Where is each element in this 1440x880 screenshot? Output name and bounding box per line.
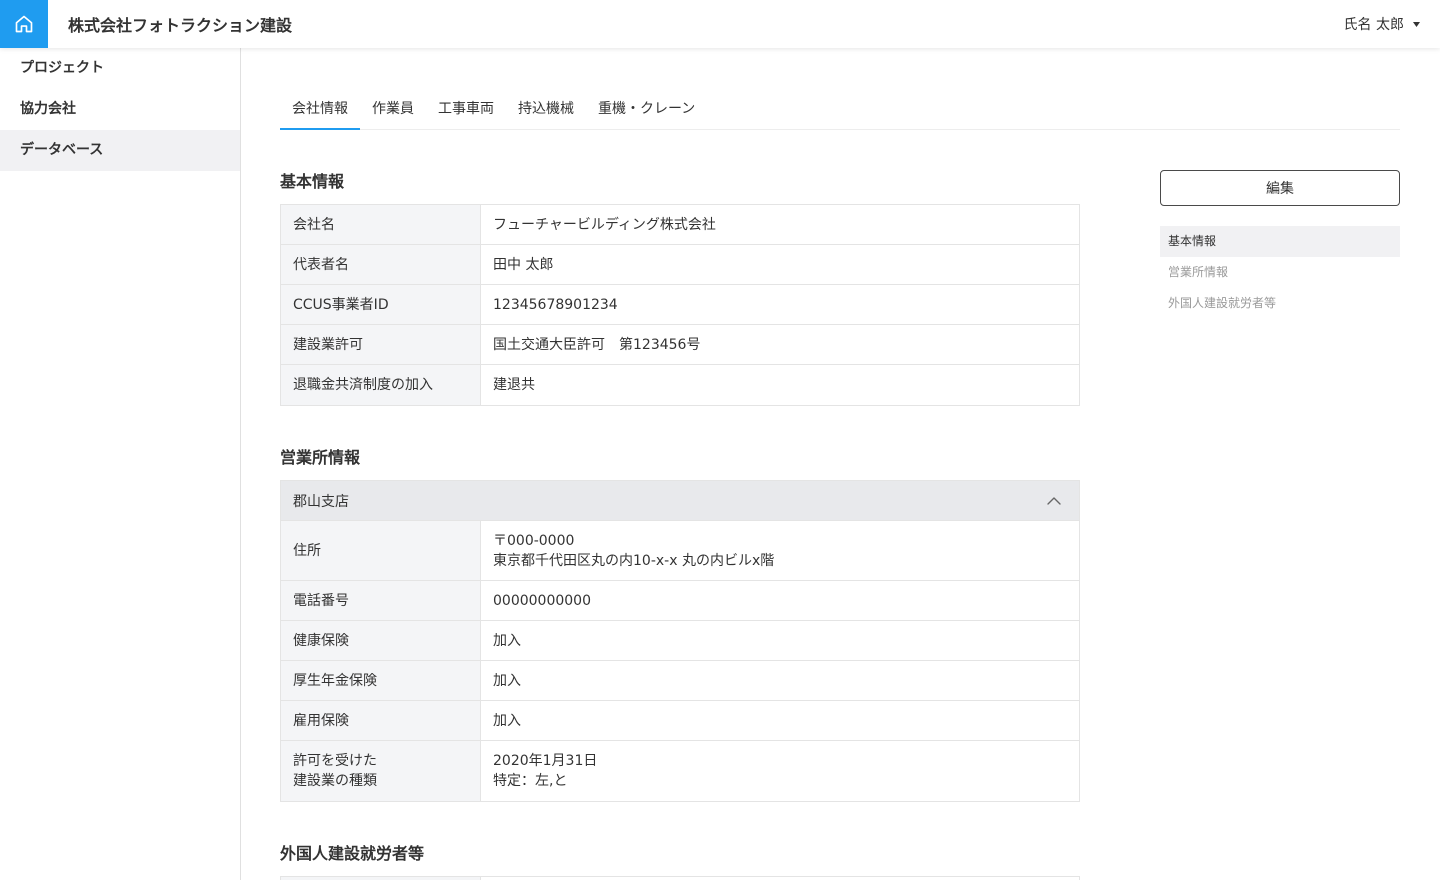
row-label-line: 雇用保険	[293, 712, 349, 729]
row-value: 2020年1月31日 特定：左,と	[481, 741, 1079, 801]
row-label: 雇用保険	[281, 701, 481, 740]
sidebar-item-partners[interactable]: 協力会社	[0, 89, 240, 130]
app-header: 株式会社フォトラクション建設 氏名 太郎	[0, 0, 1440, 48]
edit-button[interactable]: 編集	[1160, 170, 1400, 206]
row-value: フューチャービルディング株式会社	[493, 216, 716, 233]
row-label-line: 厚生年金保険	[293, 672, 377, 689]
row-value: 田中 太郎	[493, 256, 554, 273]
table-row: 会社名 フューチャービルディング株式会社	[281, 205, 1079, 245]
tab-vehicles[interactable]: 工事車両	[426, 89, 506, 130]
basic-info-table: 会社名 フューチャービルディング株式会社 代表者名 田中 太郎 CCUS事業者I…	[280, 204, 1080, 406]
postal-code: 〒000-0000	[493, 532, 575, 549]
table-row: 健康保険 加入	[281, 621, 1079, 661]
row-value-line: 加入	[493, 672, 521, 689]
foreign-workers-section: 外国人建設就労者等	[280, 842, 1080, 880]
office-accordion-header[interactable]: 郡山支店	[281, 481, 1079, 521]
office-accordion: 郡山支店 住所 〒000-0000 東京都千代田区丸の内10-x-x 丸の内ビル…	[280, 480, 1080, 802]
row-label-line: 許可を受けた	[293, 753, 377, 769]
sidebar-item-projects[interactable]: プロジェクト	[0, 48, 240, 89]
row-value: 12345678901234	[493, 296, 618, 313]
section-anchor-nav: 基本情報 営業所情報 外国人建設就労者等	[1160, 226, 1400, 319]
row-value: 加入	[481, 661, 1079, 700]
main-content: 会社情報 作業員 工事車両 持込機械 重機・クレーン 基本情報 会社名 フューチ…	[241, 48, 1440, 880]
row-label: CCUS事業者ID	[281, 285, 481, 324]
row-value: 加入	[481, 621, 1079, 660]
tab-bar: 会社情報 作業員 工事車両 持込機械 重機・クレーン	[280, 89, 1400, 130]
anchor-office-info[interactable]: 営業所情報	[1160, 257, 1400, 288]
row-value-line: 加入	[493, 712, 521, 729]
row-label-line: 建設業の種類	[293, 773, 377, 789]
row-label-line: 電話番号	[293, 592, 349, 609]
row-label: 退職金共済制度の加入	[281, 365, 481, 405]
row-label: 電話番号	[281, 581, 481, 620]
address: 東京都千代田区丸の内10-x-x 丸の内ビルx階	[493, 552, 775, 569]
caret-down-icon[interactable]	[1413, 21, 1420, 27]
row-value-line: 加入	[493, 632, 521, 649]
home-button[interactable]	[0, 0, 48, 48]
user-name[interactable]: 氏名 太郎	[1344, 14, 1404, 34]
tab-heavy-machinery[interactable]: 重機・クレーン	[586, 89, 707, 130]
anchor-foreign-workers[interactable]: 外国人建設就労者等	[1160, 288, 1400, 319]
row-value: 00000000000	[481, 581, 1079, 620]
row-label: 住所	[281, 521, 481, 580]
home-icon[interactable]	[14, 14, 34, 34]
basic-info-section: 基本情報 会社名 フューチャービルディング株式会社 代表者名 田中 太郎 CCU…	[280, 170, 1080, 406]
section-heading: 外国人建設就労者等	[280, 844, 425, 863]
row-value: 国土交通大臣許可 第123456号	[493, 336, 701, 353]
table-row: 厚生年金保険 加入	[281, 661, 1079, 701]
row-value: 建退共	[493, 377, 535, 393]
table-row: 代表者名 田中 太郎	[281, 245, 1079, 285]
row-label: 厚生年金保険	[281, 661, 481, 700]
table-row: 電話番号 00000000000	[281, 581, 1079, 621]
tab-workers[interactable]: 作業員	[360, 89, 426, 130]
sidebar: プロジェクト 協力会社 データベース	[0, 48, 241, 880]
row-label: 建設業許可	[281, 325, 481, 364]
row-label-line: 住所	[293, 542, 321, 559]
permit-types: 特定：左,と	[493, 773, 568, 789]
office-name: 郡山支店	[293, 493, 349, 510]
table-row: 建設業許可 国土交通大臣許可 第123456号	[281, 325, 1079, 365]
row-label: 健康保険	[281, 621, 481, 660]
side-panel: 編集 基本情報 営業所情報 外国人建設就労者等	[1160, 170, 1400, 880]
sidebar-item-database[interactable]: データベース	[0, 130, 240, 171]
row-label-line: 健康保険	[293, 632, 349, 649]
section-heading: 基本情報	[280, 172, 345, 191]
company-name: 株式会社フォトラクション建設	[68, 16, 293, 35]
tab-equipment[interactable]: 持込機械	[506, 89, 586, 130]
table-row: 許可を受けた 建設業の種類 2020年1月31日 特定：左,と	[281, 741, 1079, 801]
office-info-section: 営業所情報 郡山支店 住所 〒000-0000 東京都千代田区丸の内10-x-x…	[280, 446, 1080, 802]
phone-number: 00000000000	[493, 592, 591, 609]
row-label: 会社名	[281, 205, 481, 244]
table-row: CCUS事業者ID 12345678901234	[281, 285, 1079, 325]
row-value: 〒000-0000 東京都千代田区丸の内10-x-x 丸の内ビルx階	[481, 521, 1079, 580]
chevron-up-icon[interactable]	[1047, 496, 1061, 505]
row-label: 代表者名	[281, 245, 481, 284]
table-row: 住所 〒000-0000 東京都千代田区丸の内10-x-x 丸の内ビルx階	[281, 521, 1079, 581]
foreign-workers-table	[280, 876, 1080, 880]
detail-column: 基本情報 会社名 フューチャービルディング株式会社 代表者名 田中 太郎 CCU…	[280, 170, 1080, 880]
user-menu[interactable]: 氏名 太郎	[1344, 14, 1420, 34]
table-row: 退職金共済制度の加入 建退共	[281, 365, 1079, 405]
row-value: 加入	[481, 701, 1079, 740]
permit-date: 2020年1月31日	[493, 753, 598, 769]
company-info-content: 基本情報 会社名 フューチャービルディング株式会社 代表者名 田中 太郎 CCU…	[280, 170, 1400, 880]
tab-company-info[interactable]: 会社情報	[280, 89, 360, 130]
section-heading: 営業所情報	[280, 448, 361, 467]
table-row: 雇用保険 加入	[281, 701, 1079, 741]
anchor-basic-info[interactable]: 基本情報	[1160, 226, 1400, 257]
row-label: 許可を受けた 建設業の種類	[281, 741, 481, 801]
